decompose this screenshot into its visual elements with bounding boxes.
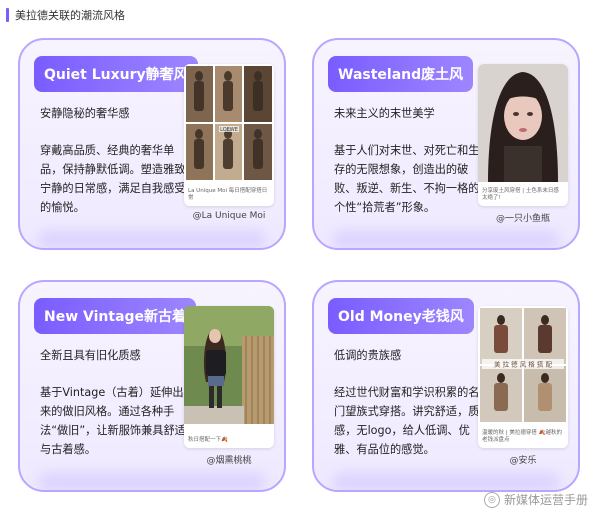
card-description: 安静隐秘的奢华感 穿戴高品质、经典的奢华单品，保持静默低调。塑造雅致宁静的日常感… [40, 104, 190, 217]
outfit-collage-image: LOEWE [184, 64, 274, 206]
photo-caption: 温暖的秋 | 美拉德穿搭 🍂越秋的老钱派盘点 [482, 430, 562, 443]
card-tagline: 全新且具有旧化质感 [40, 349, 141, 362]
card-title: New Vintage新古着 [34, 298, 197, 334]
outfit-grid-image: 美 拉 德 风 格 搭 配 [478, 306, 568, 448]
photo-credit: @安乐 [509, 456, 537, 466]
style-card-new-vintage: New Vintage新古着 全新且具有旧化质感 基于Vintage（古着）延伸… [18, 280, 286, 492]
style-card-old-money: Old Money老钱风 低调的贵族感 经过世代财富和学识积累的名门望族式穿搭。… [312, 280, 580, 492]
card-body: 经过世代财富和学识积累的名门望族式穿搭。讲究舒适，质感，无logo，给人低调、优… [334, 386, 480, 456]
card-tagline: 未来主义的末世美学 [334, 107, 435, 120]
section-title: 美拉德关联的潮流风格 [15, 9, 125, 22]
photo-caption: La Unique Moi 每日搭配穿搭日常 [188, 188, 268, 201]
card-photo[interactable]: 秋日搭配一下🍂 [184, 306, 274, 448]
card-photo[interactable]: 分享废土风穿搭 | 土色系末日感太绝了! [478, 64, 568, 206]
card-title: Wasteland废土风 [328, 56, 474, 92]
section-header: 美拉德关联的潮流风格 [6, 6, 125, 24]
card-body: 穿戴高品质、经典的奢华单品，保持静默低调。塑造雅致宁静的日常感，满足自我感受的愉… [40, 144, 186, 214]
card-body: 基于人们对末世、对死亡和生存的无限想象，创造出的破败、叛逆、新生、不拘一格的个性… [334, 144, 480, 214]
style-card-wasteland: Wasteland废土风 未来主义的末世美学 基于人们对末世、对死亡和生存的无限… [312, 38, 580, 250]
header-accent-bar [6, 8, 9, 22]
card-description: 全新且具有旧化质感 基于Vintage（古着）延伸出来的做旧风格。通过各种手法“… [40, 346, 190, 459]
card-description: 未来主义的末世美学 基于人们对末世、对死亡和生存的无限想象，创造出的破败、叛逆、… [334, 104, 484, 217]
card-tagline: 安静隐秘的奢华感 [40, 107, 130, 120]
brand-overlay-text: LOEWE [220, 127, 238, 133]
photo-credit: @烟熏桃桃 [206, 456, 252, 466]
card-description: 低调的贵族感 经过世代财富和学识积累的名门望族式穿搭。讲究舒适，质感，无logo… [334, 346, 484, 459]
card-title: Old Money老钱风 [328, 298, 474, 334]
photo-caption: 秋日搭配一下🍂 [188, 437, 228, 443]
card-title: Quiet Luxury静奢风 [34, 56, 198, 92]
portrait-image [478, 64, 568, 206]
wechat-icon: ◎ [483, 491, 500, 508]
style-card-quiet-luxury: Quiet Luxury静奢风 安静隐秘的奢华感 穿戴高品质、经典的奢华单品，保… [18, 38, 286, 250]
watermark-text: 新媒体运营手册 [503, 493, 588, 507]
photo-credit: @La Unique Moi [192, 211, 266, 221]
card-photo[interactable]: 美 拉 德 风 格 搭 配 温暖的秋 | 美拉德穿搭 🍂越秋的老钱派盘点 [478, 306, 568, 448]
street-photo-image [184, 306, 274, 448]
watermark: ◎ 新媒体运营手册 [483, 491, 588, 508]
card-photo[interactable]: LOEWE La Unique Moi 每日搭配穿搭日常 [184, 64, 274, 206]
overlay-title-text: 美 拉 德 风 格 搭 配 [494, 360, 552, 369]
card-tagline: 低调的贵族感 [334, 349, 402, 362]
photo-caption: 分享废土风穿搭 | 土色系末日感太绝了! [482, 188, 559, 201]
card-body: 基于Vintage（古着）延伸出来的做旧风格。通过各种手法“做旧”，让新服饰兼具… [40, 386, 186, 456]
photo-credit: @一只小鱼瓶 [495, 214, 550, 224]
